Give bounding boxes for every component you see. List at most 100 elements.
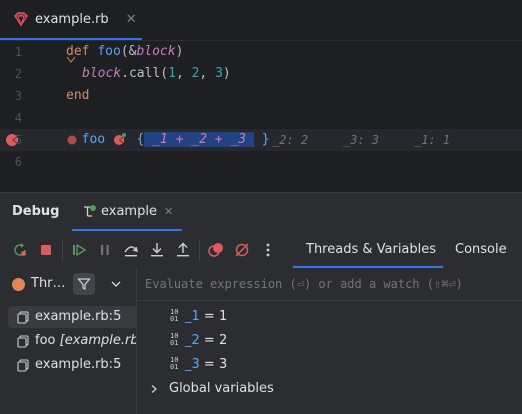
inline-breakpoint-icon[interactable]	[67, 135, 77, 145]
variable-name: _3	[185, 357, 200, 372]
code-line: 4	[0, 107, 522, 129]
code-text: foo { _1 + _2 + _3 }	[66, 129, 270, 151]
ruby-file-icon	[14, 12, 28, 27]
code-punct: (&	[120, 44, 137, 59]
tab-console[interactable]: Console	[443, 231, 522, 268]
code-line: 3 end	[0, 85, 522, 107]
parameter: block	[136, 44, 176, 59]
chevron-right-icon[interactable]	[149, 384, 159, 394]
ruby-config-icon	[84, 205, 96, 217]
code-punct: }	[261, 132, 270, 147]
thread-status-icon	[12, 278, 25, 291]
variable-value: 3	[218, 357, 228, 372]
selected-expression: _1 + _2 + _3	[144, 132, 254, 147]
close-icon[interactable]: ✕	[164, 205, 173, 218]
variable-row[interactable]: 10 01 _3 = 3	[137, 354, 522, 376]
close-icon[interactable]: ✕	[126, 12, 137, 27]
chevron-down-icon[interactable]	[110, 279, 122, 289]
resume-icon[interactable]	[71, 242, 87, 258]
variable-row[interactable]: 10 01 _2 = 2	[137, 330, 522, 352]
toolbar-separator	[62, 240, 63, 260]
global-variables-row[interactable]: Global variables	[137, 378, 522, 400]
editor-tab-example-rb[interactable]: example.rb ✕	[0, 0, 142, 40]
parameter: block	[82, 66, 122, 81]
frame-item[interactable]: example.rb:5	[0, 306, 136, 328]
tab-console-label: Console	[455, 242, 507, 257]
line-number: 6	[14, 155, 22, 169]
frame-icon	[17, 335, 29, 348]
variable-eq: =	[199, 309, 219, 324]
code-text: def foo(&block)	[66, 41, 183, 63]
frame-icon	[17, 359, 29, 372]
code-call: .call(	[121, 66, 169, 81]
code-line: 1 def foo(&block)	[0, 41, 522, 63]
code-punct: ,	[175, 66, 192, 81]
code-editor[interactable]: 1 def foo(&block) 2 block.call(1, 2, 3) …	[0, 41, 522, 191]
number-literal: 1	[168, 66, 176, 81]
code-line: 6	[0, 151, 522, 173]
variable-name: _2	[185, 333, 200, 348]
number-literal: 3	[215, 66, 223, 81]
frame-label: example.rb:5	[35, 309, 122, 324]
pause-icon[interactable]	[97, 242, 113, 258]
step-out-icon[interactable]	[175, 242, 191, 258]
more-options-icon[interactable]	[260, 242, 276, 258]
view-breakpoints-icon[interactable]	[208, 242, 224, 258]
debug-title: Debug	[12, 204, 60, 219]
variable-entry: _2 = 2	[185, 333, 227, 348]
code-punct: )	[222, 66, 231, 81]
evaluate-expression-input[interactable]	[145, 274, 515, 294]
inline-value: _3: 3	[343, 133, 380, 147]
debug-toolbar: Threads & Variables Console	[0, 231, 522, 269]
step-over-icon[interactable]	[123, 242, 139, 258]
current-execution-line: 5 foo { _1 + _2 + _3 } _2: 2 _3: 3 _1: 1	[0, 129, 522, 151]
variable-value: 2	[218, 333, 228, 348]
breakpoint-icon[interactable]	[5, 133, 21, 147]
tab-threads-variables-label: Threads & Variables	[306, 242, 437, 257]
variable-entry: _3 = 3	[185, 357, 227, 372]
line-number: 3	[14, 89, 22, 103]
filter-button[interactable]	[73, 273, 95, 295]
debug-tool-window-header: Debug example ✕	[0, 193, 522, 231]
numeric-type-icon: 10 01	[170, 309, 178, 323]
frame-item[interactable]: foo [example.rb:	[0, 330, 136, 352]
editor-tab-label: example.rb	[35, 11, 109, 27]
lambda-breakpoint-icon[interactable]	[113, 132, 127, 146]
frame-item[interactable]: example.rb:5	[0, 354, 136, 376]
threads-dropdown-label[interactable]: Thr…	[31, 276, 66, 291]
evaluate-expression-bar	[137, 268, 522, 301]
mute-breakpoints-icon[interactable]	[234, 242, 250, 258]
variables-tree: 10 01 _1 = 1 10 01 _2 = 2 10 01 _3 = 3 Glob…	[137, 301, 522, 414]
code-line: 2 block.call(1, 2, 3)	[0, 63, 522, 85]
global-variables-label: Global variables	[169, 381, 274, 396]
step-into-icon[interactable]	[149, 242, 165, 258]
method-name: foo	[97, 44, 121, 59]
variable-value: 1	[218, 309, 228, 324]
code-text: end	[66, 85, 89, 107]
method-name: foo	[81, 132, 106, 147]
tab-threads-variables[interactable]: Threads & Variables	[293, 231, 443, 268]
line-number: 1	[14, 45, 22, 59]
frame-method: foo	[35, 333, 56, 348]
type-badge-line: 01	[170, 315, 179, 323]
numeric-type-icon: 10 01	[170, 357, 178, 371]
numeric-type-icon: 10 01	[170, 333, 178, 347]
rerun-icon[interactable]	[12, 242, 28, 258]
toolbar-separator	[199, 240, 200, 260]
editor-tab-bar: example.rb ✕	[0, 0, 522, 41]
debug-session-label: example	[101, 204, 157, 219]
line-number: 2	[14, 67, 22, 81]
code-punct: ,	[199, 66, 216, 81]
variable-entry: _1 = 1	[185, 309, 227, 324]
stop-icon[interactable]	[38, 242, 54, 258]
variable-eq: =	[199, 357, 219, 372]
type-badge-line: 01	[170, 363, 179, 371]
variable-name: _1	[185, 309, 200, 324]
frame-location: [example.rb:	[59, 333, 136, 348]
variable-row[interactable]: 10 01 _1 = 1	[137, 306, 522, 328]
debug-session-tab[interactable]: example ✕	[72, 193, 182, 231]
frame-icon	[17, 311, 29, 324]
code-punct: )	[175, 44, 184, 59]
inline-value: _1: 1	[414, 133, 451, 147]
type-badge-line: 01	[170, 339, 179, 347]
